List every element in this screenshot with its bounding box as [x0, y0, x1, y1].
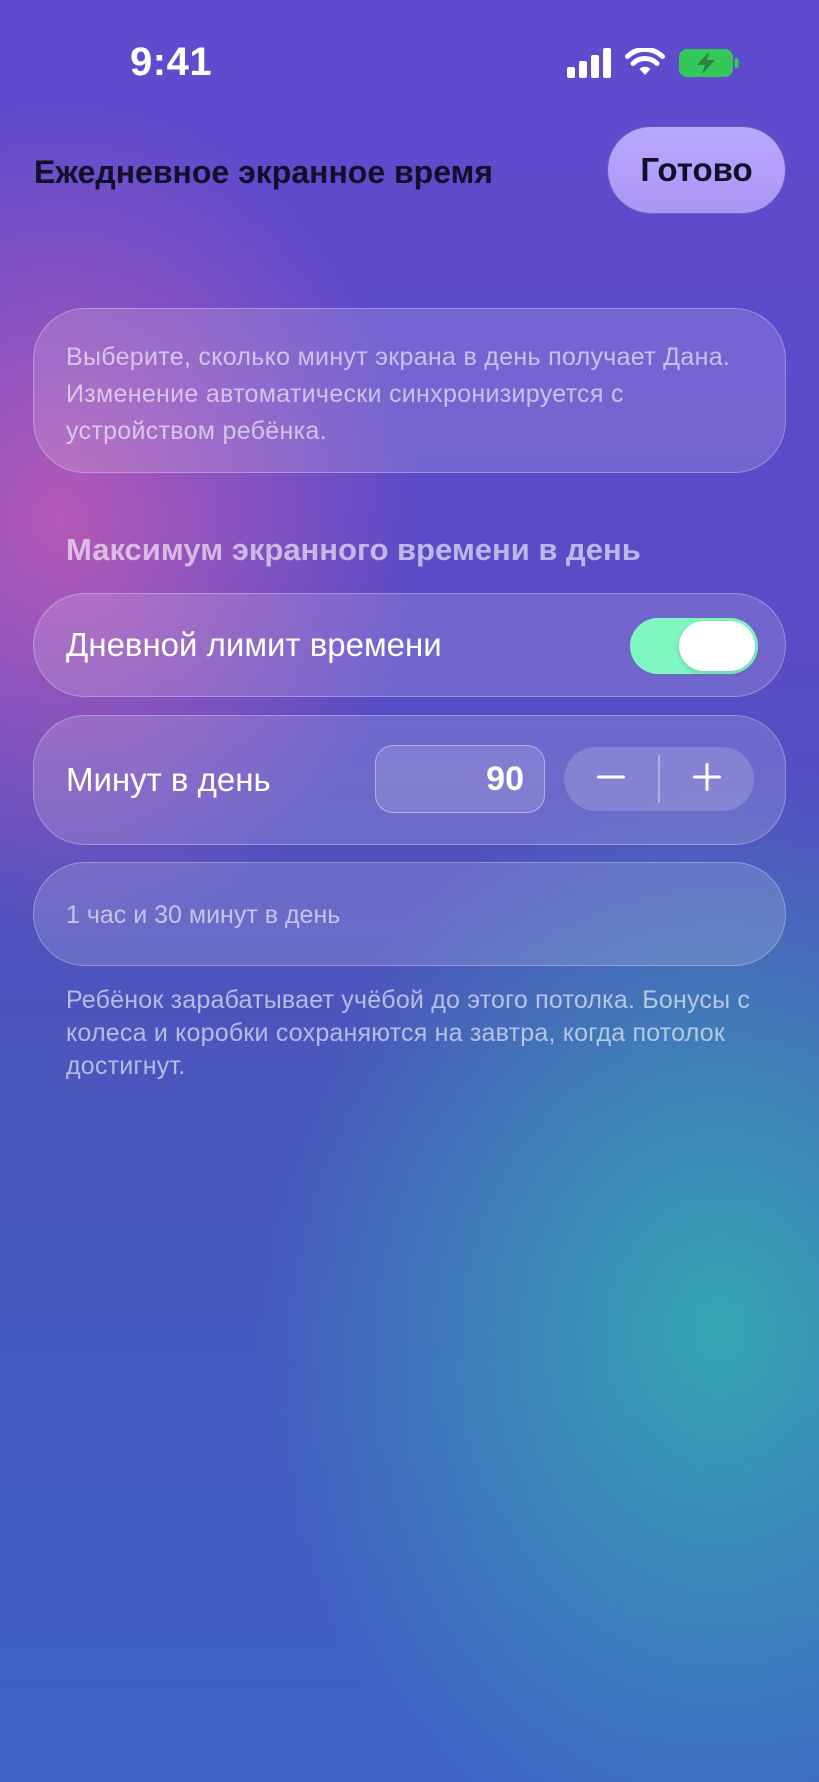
increment-button[interactable]: [660, 747, 754, 811]
minutes-stepper: [564, 747, 754, 811]
minutes-per-day-label: Минут в день: [66, 761, 271, 798]
done-button[interactable]: Готово: [607, 126, 786, 214]
decrement-button[interactable]: [564, 747, 658, 811]
daily-limit-label: Дневной лимит времени: [66, 626, 442, 663]
minutes-per-day-row: Минут в день 90: [33, 715, 786, 845]
daily-limit-toggle[interactable]: [630, 618, 758, 674]
status-icons: [567, 46, 739, 83]
minus-icon: [596, 762, 626, 797]
minutes-value-field[interactable]: 90: [375, 745, 545, 813]
footnote: Ребёнок зарабатывает учёбой до этого пот…: [66, 986, 751, 1080]
wifi-icon: [625, 46, 665, 83]
page-title: Ежедневное экранное время: [34, 154, 493, 190]
status-bar: 9:41: [0, 0, 819, 120]
info-card: Выберите, сколько минут экрана в день по…: [33, 308, 786, 473]
status-time: 9:41: [130, 40, 213, 84]
summary-row: 1 час и 30 минут в день: [33, 862, 786, 966]
plus-icon: [692, 762, 722, 797]
cellular-signal-icon: [567, 48, 611, 83]
section-header: Максимум экранного времени в день: [66, 532, 641, 567]
battery-charging-icon: [679, 48, 739, 83]
daily-limit-row: Дневной лимит времени: [33, 593, 786, 697]
toggle-knob: [679, 621, 755, 671]
summary-text: 1 час и 30 минут в день: [66, 901, 341, 929]
info-text: Выберите, сколько минут экрана в день по…: [66, 343, 731, 445]
